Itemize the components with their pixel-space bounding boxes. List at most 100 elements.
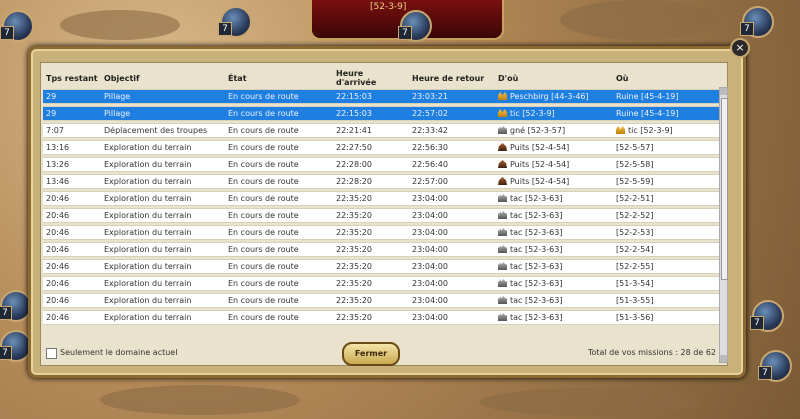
cell-arrival-text: 22:35:20	[336, 228, 372, 237]
cell-state: En cours de route	[225, 208, 333, 223]
map-unit-icon[interactable]: 7	[758, 350, 792, 382]
table-row[interactable]: 29 Pillage En cours de route 22:15:03 22:57:…	[43, 106, 719, 121]
cell-from: Peschbirg [44-3-46]	[495, 89, 613, 104]
map-unit-icon[interactable]: 7	[218, 6, 252, 38]
col-header-objective[interactable]: Objectif	[101, 69, 225, 87]
cell-to-text: Ruine [45-4-19]	[616, 92, 679, 101]
cell-to: [52-2-51]	[613, 191, 719, 206]
table-row[interactable]: 20:46 Exploration du terrain En cours de r…	[43, 293, 719, 308]
close-button[interactable]: Fermer	[342, 342, 400, 366]
cell-to: [52-2-55]	[613, 259, 719, 274]
cell-to: Ruine [45-4-19]	[613, 106, 719, 121]
cell-from-text: Puits [52-4-54]	[510, 177, 570, 186]
map-unit-icon[interactable]: 7	[0, 10, 34, 42]
cell-state: En cours de route	[225, 225, 333, 240]
grey-castle-icon	[498, 279, 507, 287]
table-row[interactable]: 13:26 Exploration du terrain En cours de r…	[43, 157, 719, 172]
cell-to-text: [52-5-59]	[616, 177, 654, 186]
cell-time: 13:16	[43, 140, 101, 155]
cell-from: Puits [52-4-54]	[495, 140, 613, 155]
cell-from: gné [52-3-57]	[495, 123, 613, 138]
cell-return-text: 23:04:00	[412, 313, 448, 322]
col-header-arrival[interactable]: Heure d'arrivée	[333, 69, 409, 87]
missions-table: Tps restant Objectif État Heure d'arrivé…	[43, 67, 719, 327]
cell-from-text: tac [52-3-63]	[510, 313, 563, 322]
cell-return: 22:56:30	[409, 140, 495, 155]
col-header-state[interactable]: État	[225, 69, 333, 87]
table-row[interactable]: 20:46 Exploration du terrain En cours de r…	[43, 310, 719, 325]
cell-to: [52-2-53]	[613, 225, 719, 240]
cell-state-text: En cours de route	[228, 160, 299, 169]
cell-to: [52-5-58]	[613, 157, 719, 172]
current-domain-label: Seulement le domaine actuel	[60, 348, 178, 357]
cell-state-text: En cours de route	[228, 143, 299, 152]
cell-time: 20:46	[43, 225, 101, 240]
cell-time-text: 20:46	[46, 245, 70, 254]
grey-castle-icon	[498, 194, 507, 202]
cell-arrival: 22:35:20	[333, 310, 409, 325]
cell-return: 23:04:00	[409, 191, 495, 206]
cell-arrival-text: 22:35:20	[336, 313, 372, 322]
cell-objective: Exploration du terrain	[101, 191, 225, 206]
cell-arrival-text: 22:35:20	[336, 211, 372, 220]
map-unit-icon[interactable]: 7	[750, 300, 784, 332]
cell-return: 22:57:00	[409, 174, 495, 189]
cell-objective-text: Exploration du terrain	[104, 245, 192, 254]
table-row[interactable]: 20:46 Exploration du terrain En cours de r…	[43, 259, 719, 274]
col-header-from[interactable]: D'où	[495, 69, 613, 87]
table-row[interactable]: 7:07 Déplacement des troupes En cours de r…	[43, 123, 719, 138]
cell-time: 20:46	[43, 191, 101, 206]
table-scrollbar[interactable]	[719, 87, 728, 363]
table-row[interactable]: 29 Pillage En cours de route 22:15:03 23:03:…	[43, 89, 719, 104]
col-header-return[interactable]: Heure de retour	[409, 69, 495, 87]
close-icon[interactable]: ×	[730, 38, 750, 58]
cell-from-text: Puits [52-4-54]	[510, 160, 570, 169]
cell-from: Puits [52-4-54]	[495, 174, 613, 189]
table-row[interactable]: 20:46 Exploration du terrain En cours de r…	[43, 276, 719, 291]
map-unit-icon[interactable]: 7	[398, 10, 432, 42]
cell-time-text: 20:46	[46, 194, 70, 203]
cell-arrival: 22:35:20	[333, 293, 409, 308]
cell-from: tac [52-3-63]	[495, 276, 613, 291]
pit-icon	[498, 143, 507, 151]
col-header-time[interactable]: Tps restant	[43, 69, 101, 87]
cell-state: En cours de route	[225, 106, 333, 121]
cell-return: 23:04:00	[409, 208, 495, 223]
cell-from: tac [52-3-63]	[495, 259, 613, 274]
table-row[interactable]: 20:46 Exploration du terrain En cours de r…	[43, 191, 719, 206]
cell-from: tac [52-3-63]	[495, 293, 613, 308]
cell-time-text: 13:46	[46, 177, 70, 186]
cell-objective-text: Pillage	[104, 109, 131, 118]
cell-objective-text: Exploration du terrain	[104, 313, 192, 322]
cell-state: En cours de route	[225, 310, 333, 325]
cell-return-text: 23:04:00	[412, 228, 448, 237]
cell-return-text: 23:04:00	[412, 296, 448, 305]
cell-to-text: tic [52-3-9]	[628, 126, 673, 135]
cell-from-text: tac [52-3-63]	[510, 296, 563, 305]
table-row[interactable]: 20:46 Exploration du terrain En cours de r…	[43, 242, 719, 257]
scroll-up-arrow[interactable]	[720, 88, 727, 95]
cell-time: 29	[43, 106, 101, 121]
table-row[interactable]: 20:46 Exploration du terrain En cours de r…	[43, 208, 719, 223]
cell-state-text: En cours de route	[228, 92, 299, 101]
table-row[interactable]: 13:46 Exploration du terrain En cours de r…	[43, 174, 719, 189]
cell-objective: Exploration du terrain	[101, 157, 225, 172]
cell-state-text: En cours de route	[228, 194, 299, 203]
cell-arrival: 22:35:20	[333, 191, 409, 206]
table-row[interactable]: 13:16 Exploration du terrain En cours de r…	[43, 140, 719, 155]
cell-time: 13:46	[43, 174, 101, 189]
cell-state: En cours de route	[225, 89, 333, 104]
cell-objective: Déplacement des troupes	[101, 123, 225, 138]
cell-return-text: 23:04:00	[412, 194, 448, 203]
scroll-thumb[interactable]	[721, 98, 728, 280]
current-domain-checkbox[interactable]	[46, 348, 57, 359]
missions-total: Total de vos missions : 28 de 62	[587, 348, 716, 357]
cell-time-text: 20:46	[46, 313, 70, 322]
cell-to-text: [52-2-52]	[616, 211, 654, 220]
cell-objective-text: Exploration du terrain	[104, 296, 192, 305]
cell-return: 22:56:40	[409, 157, 495, 172]
table-row[interactable]: 20:46 Exploration du terrain En cours de r…	[43, 225, 719, 240]
map-unit-icon[interactable]: 7	[740, 6, 774, 38]
col-header-to[interactable]: Où	[613, 69, 719, 87]
cell-time: 20:46	[43, 259, 101, 274]
